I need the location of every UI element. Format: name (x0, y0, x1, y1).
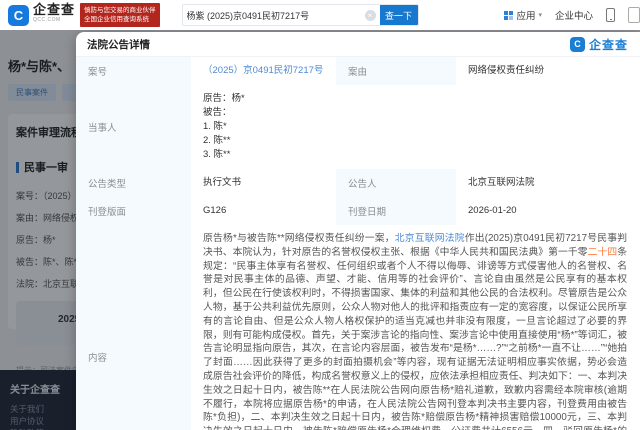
content-text: 原告杨*与被告陈**网络侵权责任纠纷一案，北京互联网法院作出(2025)京049… (203, 233, 627, 430)
parties-list: 原告：杨*被告：1. 陈*2. 陈**3. 陈** (191, 85, 640, 169)
slogan-line1: 慎防与您交易的商业伙伴 (84, 6, 156, 15)
party-item: 原告：杨* (203, 92, 630, 106)
apps-grid-icon (504, 11, 513, 20)
chevron-down-icon: ▾ (538, 11, 542, 19)
label-parties: 当事人 (76, 85, 191, 169)
enterprise-center-link[interactable]: 企业中心 (555, 8, 593, 22)
court-name-link[interactable]: 北京互联网法院 (395, 233, 465, 244)
qcc-slogan-badge: 慎防与您交易的商业伙伴 全国企业信用查询系统 (80, 3, 160, 27)
partial-edge-icon[interactable] (628, 7, 640, 23)
court-announcement-modal: 法院公告详情 C 企查查 案号 （2025）京0491民初7217号 案由 网络… (76, 32, 640, 430)
modal-title: 法院公告详情 (87, 37, 150, 52)
party-item: 3. 陈** (203, 148, 630, 162)
qcc-court-announcement-page: C 企查查 QCC.COM 慎防与您交易的商业伙伴 全国企业信用查询系统 × 查… (0, 0, 640, 430)
label-case-number: 案号 (76, 57, 191, 85)
label-cause: 案由 (336, 57, 456, 85)
qcc-logo-text: 企查查 (33, 5, 75, 15)
announcement-detail-table: 案号 （2025）京0491民初7217号 案由 网络侵权责任纠纷 当事人 原告… (76, 57, 640, 430)
search-button[interactable]: 查一下 (380, 4, 418, 26)
label-announcer: 公告人 (336, 169, 456, 197)
party-item: 2. 陈** (203, 134, 630, 148)
announcement-content: 原告杨*与被告陈**网络侵权责任纠纷一案，北京互联网法院作出(2025)京049… (191, 225, 640, 430)
search-input[interactable] (183, 5, 365, 25)
party-item: 被告： (203, 106, 630, 120)
content-segment: 条规定：“民事主体享有名誉权、任何组织或者个人不得以侮辱、诽谤等方式侵害他人的名… (203, 247, 627, 430)
qcc-logo-domain: QCC.COM (33, 15, 75, 25)
search-bar: × 查一下 (182, 4, 419, 26)
qcc-logo-icon: C (8, 5, 29, 26)
announcement-type-value: 执行文书 (191, 169, 336, 197)
modal-qcc-logo-text: 企查查 (589, 36, 628, 53)
mobile-app-icon[interactable] (606, 8, 615, 22)
cause-value: 网络侵权责任纠纷 (456, 57, 640, 85)
label-publication-date: 刊登日期 (336, 197, 456, 225)
label-announcement-type: 公告类型 (76, 169, 191, 197)
party-item: 1. 陈* (203, 120, 630, 134)
slogan-line2: 全国企业信用查询系统 (84, 15, 156, 24)
apps-menu[interactable]: 应用 ▾ (504, 8, 542, 22)
modal-header: 法院公告详情 C 企查查 (76, 32, 640, 57)
content-segment: 原告杨*与被告陈**网络侵权责任纠纷一案， (203, 233, 395, 244)
label-content: 内容 (76, 225, 191, 430)
publication-date-value: 2026-01-20 (456, 197, 640, 225)
qcc-logo[interactable]: C 企查查 QCC.COM (8, 5, 75, 26)
modal-qcc-logo: C 企查查 (570, 36, 628, 53)
apps-label: 应用 (516, 8, 535, 22)
top-navigation-bar: C 企查查 QCC.COM 慎防与您交易的商业伙伴 全国企业信用查询系统 × 查… (0, 0, 640, 30)
label-publication-page: 刊登版面 (76, 197, 191, 225)
announcer-value: 北京互联网法院 (456, 169, 640, 197)
content-segment: 二十四 (588, 247, 618, 258)
case-number-link[interactable]: （2025）京0491民初7217号 (191, 57, 336, 85)
clear-search-icon[interactable]: × (365, 10, 376, 21)
modal-qcc-logo-icon: C (570, 37, 585, 52)
publication-page-value: G126 (191, 197, 336, 225)
